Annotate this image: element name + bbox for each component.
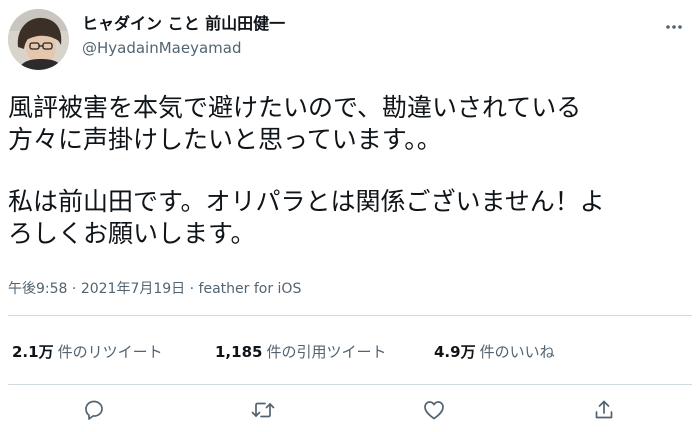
tweet-line: 風評被害を本気で避けたいので、勘違いされている [8, 93, 582, 122]
tweet-line: 方々に声掛けしたいと思っています。。 [8, 125, 442, 154]
divider [8, 384, 692, 385]
tweet-date[interactable]: 2021年7月19日 [81, 281, 185, 297]
divider [8, 315, 692, 316]
author-names: ヒャダイン こと 前山田健一 @HyadainMaeyamad [82, 14, 285, 58]
tweet-text: 風評被害を本気で避けたいので、勘違いされている 方々に声掛けしたいと思っています… [8, 92, 692, 250]
retweet-count-label: 件のリツイート [57, 343, 163, 361]
tweet-line: ろしくお願いします。 [8, 219, 256, 248]
engagement-stats: 2.1万 件のリツイート 1,185 件の引用ツイート 4.9万 件のいいね [8, 332, 692, 372]
tweet-line: 私は前山田です。オリパラとは関係ございません！よ [8, 187, 605, 216]
more-dots-icon[interactable] [660, 13, 688, 41]
reply-icon[interactable] [78, 394, 110, 426]
like-count-number: 4.9万 [434, 343, 476, 361]
quote-count-number: 1,185 [215, 343, 263, 361]
retweet-count[interactable]: 2.1万 件のリツイート [12, 332, 163, 372]
like-count-label: 件のいいね [479, 343, 555, 361]
display-name[interactable]: ヒャダイン こと 前山田健一 [82, 14, 285, 34]
tweet-header: ヒャダイン こと 前山田健一 @HyadainMaeyamad [8, 9, 692, 73]
meta-separator: · [71, 281, 77, 297]
tweet-client[interactable]: feather for iOS [199, 281, 302, 297]
share-icon[interactable] [588, 394, 620, 426]
tweet-meta: 午後9:58 · 2021年7月19日 · feather for iOS [8, 279, 301, 299]
quote-count-label: 件の引用ツイート [266, 343, 387, 361]
quote-count[interactable]: 1,185 件の引用ツイート [215, 332, 386, 372]
meta-separator: · [189, 281, 195, 297]
tweet-time[interactable]: 午後9:58 [8, 281, 67, 297]
action-bar [8, 392, 692, 428]
heart-icon[interactable] [418, 394, 450, 426]
retweet-count-number: 2.1万 [12, 343, 54, 361]
avatar[interactable] [8, 9, 69, 70]
like-count[interactable]: 4.9万 件のいいね [434, 332, 555, 372]
user-handle[interactable]: @HyadainMaeyamad [82, 38, 285, 58]
retweet-icon[interactable] [247, 394, 279, 426]
